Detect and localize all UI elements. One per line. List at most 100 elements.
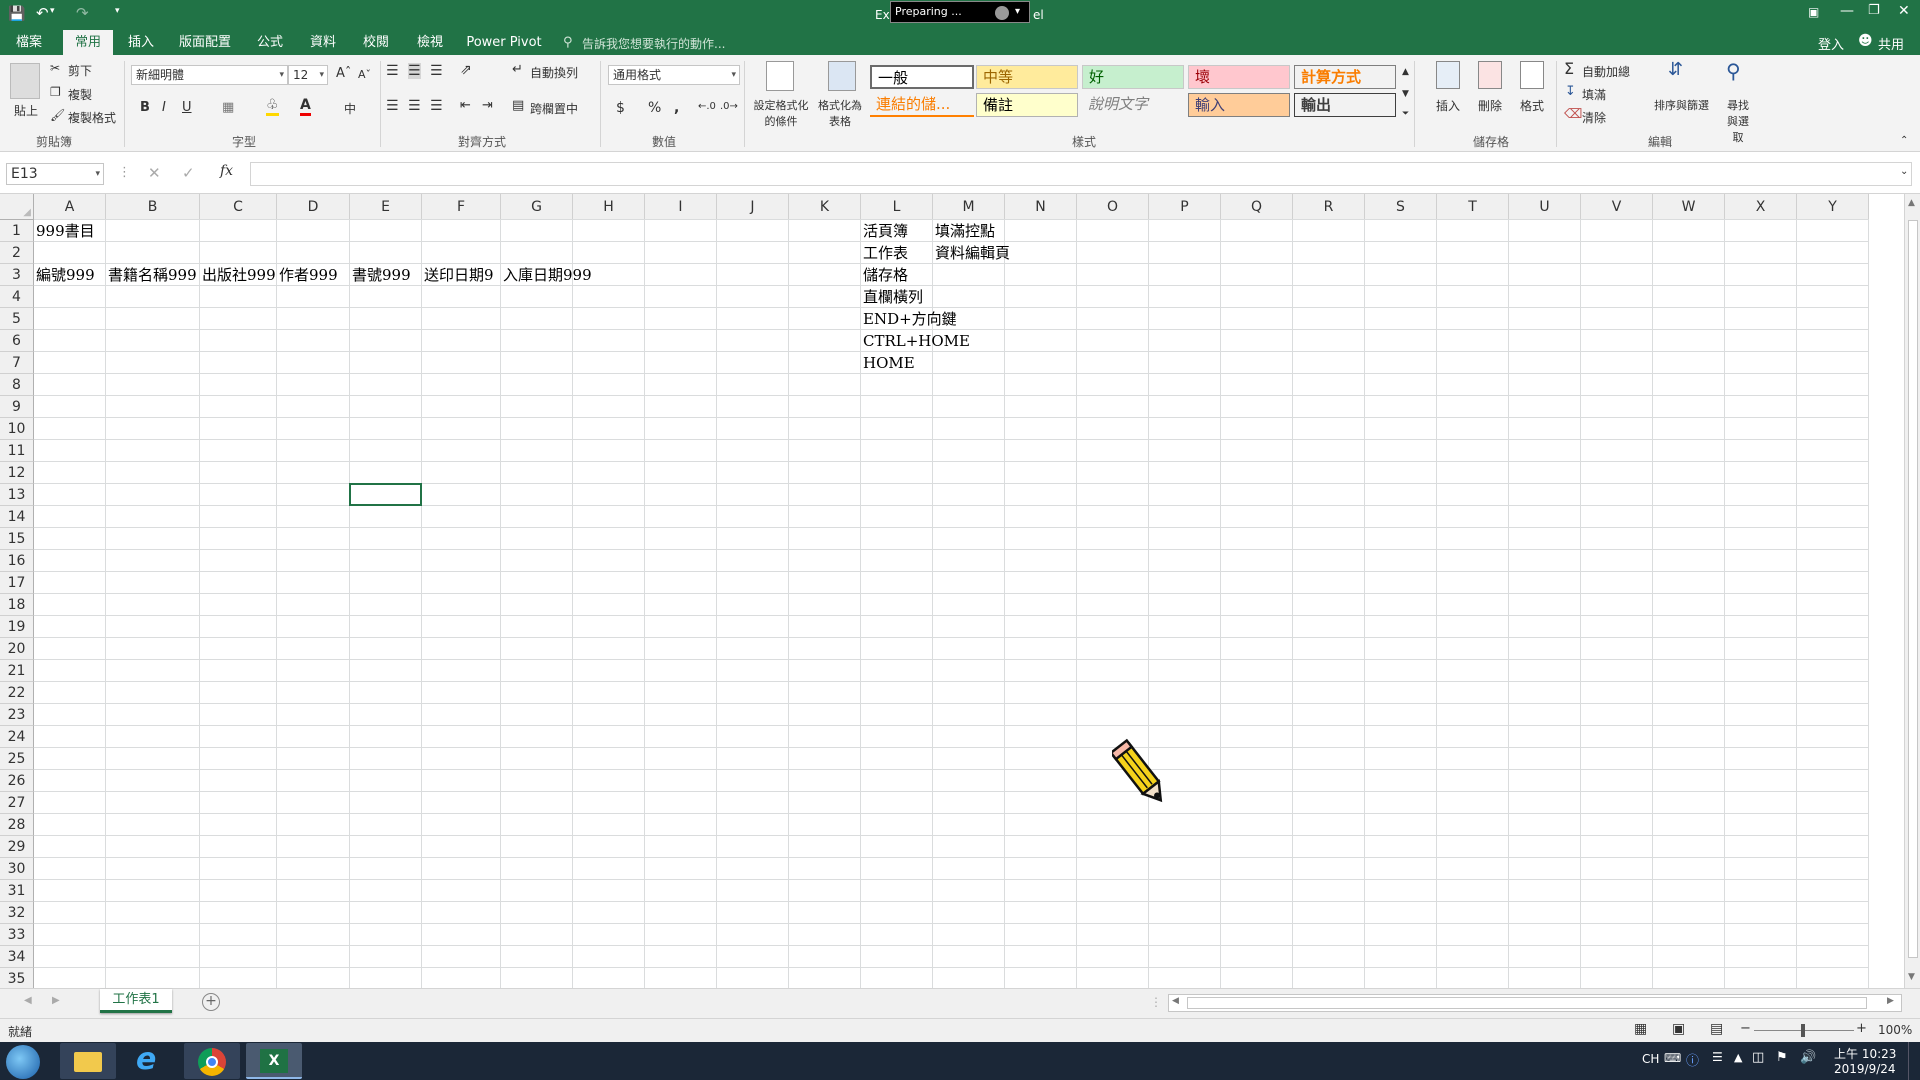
format-as-table-button[interactable]: 格式化為表格 — [815, 97, 865, 129]
confirm-entry-icon[interactable]: ✓ — [182, 164, 195, 182]
horizontal-scrollbar[interactable]: ◀ ▶ — [1168, 994, 1902, 1012]
zoom-level[interactable]: 100% — [1878, 1023, 1912, 1037]
find-select-button[interactable]: 尋找與選取 — [1722, 97, 1754, 145]
formula-input[interactable] — [250, 162, 1912, 186]
fill-icon[interactable]: ↧ — [1565, 84, 1576, 99]
start-button-icon[interactable] — [6, 1045, 40, 1079]
clear-button[interactable]: 清除 — [1582, 109, 1606, 126]
minimize-icon[interactable]: — — [1840, 3, 1854, 19]
format-cells-icon[interactable] — [1520, 61, 1544, 89]
keyboard-icon[interactable]: ⌨ — [1664, 1051, 1681, 1065]
border-icon[interactable]: ▦ — [222, 100, 234, 115]
network-icon[interactable]: ◫ — [1752, 1050, 1764, 1065]
undo-dropdown-icon[interactable]: ▾ — [50, 6, 55, 16]
format-as-table-icon[interactable] — [828, 61, 856, 91]
cell-G3[interactable]: 入庫日期999 — [501, 264, 592, 286]
delete-cells-icon[interactable] — [1478, 61, 1502, 89]
tab-formulas[interactable]: 公式 — [250, 30, 290, 55]
ime-icon[interactable]: ☰ — [1712, 1050, 1723, 1064]
grow-font-icon[interactable]: Aˆ — [336, 66, 351, 81]
cell-L6[interactable]: CTRL+HOME — [861, 330, 970, 352]
merge-center-button[interactable]: 跨欄置中 — [530, 100, 578, 117]
style-bad[interactable]: 壞 — [1188, 65, 1290, 89]
phonetic-icon[interactable]: 中 — [344, 100, 356, 117]
sort-filter-button[interactable]: 排序與篩選 — [1654, 97, 1709, 113]
fill-color-icon[interactable]: ♧ — [266, 97, 279, 116]
ribbon-display-icon[interactable]: ▣ — [1808, 5, 1819, 19]
decrease-decimal-icon[interactable]: .0→ — [720, 101, 738, 112]
cell-L3[interactable]: 儲存格 — [861, 264, 908, 286]
orientation-icon[interactable]: ⇗ — [460, 62, 472, 78]
name-box[interactable]: E13 ▾ — [6, 163, 104, 185]
comma-button[interactable]: , — [674, 100, 679, 116]
chrome-icon[interactable] — [184, 1043, 240, 1079]
conditional-format-button[interactable]: 設定格式化的條件 — [750, 97, 812, 129]
copy-button[interactable]: 複製 — [68, 86, 92, 103]
style-note[interactable]: 備註 — [976, 93, 1078, 117]
align-right-icon[interactable]: ☰ — [430, 98, 443, 114]
clear-icon[interactable]: ⌫ — [1564, 107, 1582, 122]
style-good[interactable]: 好 — [1082, 65, 1184, 89]
internet-explorer-icon[interactable]: e — [122, 1042, 178, 1079]
find-select-icon[interactable]: ⚲ — [1726, 59, 1741, 83]
cell-M2[interactable]: 資料編輯頁 — [933, 242, 1010, 264]
cell-A1[interactable]: 999書目 — [34, 220, 95, 242]
formula-options-icon[interactable]: ⋮ — [118, 165, 131, 180]
collapse-ribbon-icon[interactable]: ⌃ — [1900, 135, 1908, 146]
style-normal[interactable]: 一般 — [870, 65, 974, 89]
decrease-indent-icon[interactable]: ⇤ — [460, 98, 471, 113]
share-icon[interactable]: ☻ — [1858, 33, 1873, 49]
page-layout-view-icon[interactable]: ▣ — [1672, 1021, 1685, 1037]
clock-date[interactable]: 2019/9/24 — [1834, 1062, 1896, 1076]
style-linked-cell[interactable]: 連結的儲... — [870, 93, 974, 117]
insert-cells-icon[interactable] — [1436, 61, 1460, 89]
cell-L5[interactable]: END+方向鍵 — [861, 308, 957, 330]
font-color-icon[interactable]: A — [300, 97, 311, 116]
cell-D3[interactable]: 作者999 — [277, 264, 338, 286]
excel-taskbar-icon[interactable]: X — [246, 1043, 302, 1079]
align-bottom-icon[interactable]: ☰ — [430, 63, 443, 79]
align-left-icon[interactable]: ☰ — [386, 98, 399, 114]
underline-button[interactable]: U — [182, 100, 192, 115]
cell-E3[interactable]: 書號999 — [350, 264, 411, 286]
tab-file[interactable]: 檔案 — [8, 30, 50, 55]
tab-page-layout[interactable]: 版面配置 — [175, 30, 235, 55]
sheet-tab-1[interactable]: 工作表1 — [100, 989, 172, 1013]
styles-scroll-up-icon[interactable]: ▲ — [1402, 67, 1409, 77]
tab-view[interactable]: 檢視 — [409, 30, 451, 55]
tab-review[interactable]: 校閱 — [356, 30, 396, 55]
align-center-icon[interactable]: ☰ — [408, 98, 421, 114]
cancel-entry-icon[interactable]: ✕ — [148, 164, 161, 182]
tab-insert[interactable]: 插入 — [120, 30, 162, 55]
scroll-up-icon[interactable]: ▲ — [1908, 198, 1915, 208]
font-size-select[interactable]: 12 ▾ — [288, 65, 328, 85]
wrap-text-button[interactable]: 自動換列 — [530, 64, 578, 81]
format-cells-button[interactable]: 格式 — [1520, 97, 1544, 114]
sort-filter-icon[interactable]: ⇵ — [1668, 59, 1683, 80]
wrap-text-icon[interactable]: ↵ — [512, 62, 523, 77]
save-icon[interactable]: 💾 — [8, 6, 25, 22]
cell-F3[interactable]: 送印日期9 — [422, 264, 494, 286]
tab-power-pivot[interactable]: Power Pivot — [464, 30, 544, 55]
zoom-slider-thumb[interactable] — [1801, 1024, 1805, 1037]
cell-C3[interactable]: 出版社999 — [200, 264, 276, 286]
style-explanatory[interactable]: 說明文字 — [1082, 93, 1184, 117]
bold-button[interactable]: B — [140, 100, 150, 115]
sheet-next-icon[interactable]: ▶ — [52, 995, 60, 1006]
zoom-out-icon[interactable]: − — [1740, 1021, 1751, 1036]
sign-in-link[interactable]: 登入 — [1818, 34, 1844, 53]
cell-B3[interactable]: 書籍名稱999 — [106, 264, 197, 286]
increase-indent-icon[interactable]: ⇥ — [482, 98, 493, 113]
percent-button[interactable]: % — [648, 100, 661, 116]
customize-qat-icon[interactable]: ▾ — [115, 6, 120, 16]
insert-cells-button[interactable]: 插入 — [1436, 97, 1460, 114]
delete-cells-button[interactable]: 刪除 — [1478, 97, 1502, 114]
increase-decimal-icon[interactable]: ←.0 — [698, 101, 716, 112]
help-icon[interactable]: ⓘ — [1686, 1050, 1699, 1069]
paste-button[interactable]: 貼上 — [14, 102, 38, 119]
tab-data[interactable]: 資料 — [303, 30, 343, 55]
undo-icon[interactable]: ↶ — [36, 4, 49, 22]
scroll-right-icon[interactable]: ▶ — [1887, 996, 1894, 1006]
shrink-font-icon[interactable]: Aˇ — [358, 68, 371, 81]
style-input[interactable]: 輸入 — [1188, 93, 1290, 117]
